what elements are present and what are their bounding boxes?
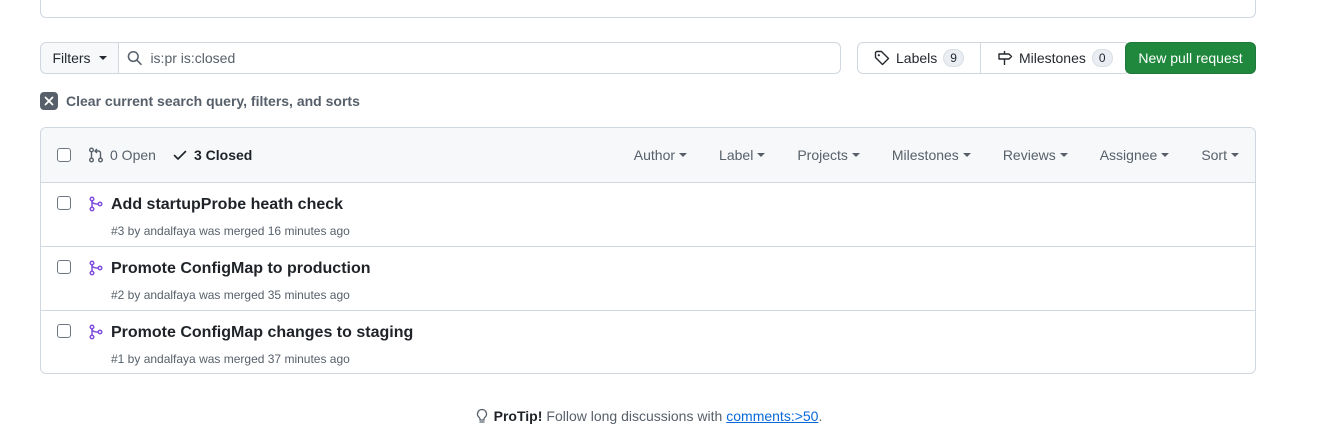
- tag-icon: [874, 50, 890, 66]
- caret-down-icon: [757, 153, 766, 157]
- list-item: Add startupProbe heath check #3 by andal…: [41, 183, 1255, 247]
- merged-icon: [89, 196, 103, 212]
- milestones-button[interactable]: Milestones 0: [979, 43, 1129, 73]
- pull-request-title[interactable]: Add startupProbe heath check: [111, 196, 343, 214]
- protip-end: .: [818, 408, 823, 424]
- pull-request-list: 0 Open 3 Closed Author Label Projects Mi…: [40, 127, 1256, 374]
- closed-count-label: 3 Closed: [194, 147, 253, 163]
- search-field[interactable]: [119, 43, 840, 73]
- closed-filter-link[interactable]: 3 Closed: [172, 147, 252, 163]
- caret-down-icon: [851, 153, 860, 157]
- assignee-dropdown[interactable]: Assignee: [1100, 147, 1170, 163]
- pull-request-title[interactable]: Promote ConfigMap changes to staging: [111, 324, 413, 342]
- list-header: 0 Open 3 Closed Author Label Projects Mi…: [41, 128, 1255, 183]
- labels-button[interactable]: Labels 9: [858, 43, 980, 73]
- labels-count: 9: [943, 49, 964, 67]
- merged-icon: [89, 324, 103, 340]
- select-all-checkbox[interactable]: [57, 148, 71, 162]
- close-icon: [40, 92, 58, 110]
- milestones-label: Milestones: [891, 147, 959, 163]
- labels-label: Labels: [896, 50, 938, 66]
- protip-text: Follow long discussions with: [546, 408, 723, 424]
- filters-label: Filters: [52, 50, 91, 66]
- projects-label: Projects: [797, 147, 848, 163]
- milestones-count: 0: [1091, 49, 1113, 67]
- previous-section-box: [40, 0, 1256, 18]
- protip: ProTip! Follow long discussions with com…: [0, 408, 1296, 424]
- reviews-dropdown[interactable]: Reviews: [1003, 147, 1068, 163]
- milestone-icon: [998, 51, 1013, 65]
- check-icon: [173, 150, 187, 160]
- new-pull-request-button[interactable]: New pull request: [1125, 42, 1256, 74]
- open-filter-link[interactable]: 0 Open: [88, 147, 156, 163]
- sort-filters: Author Label Projects Milestones Reviews…: [634, 147, 1239, 163]
- author-dropdown[interactable]: Author: [633, 147, 688, 163]
- milestones-dropdown[interactable]: Milestones: [892, 147, 971, 163]
- label-dropdown[interactable]: Label: [719, 147, 766, 163]
- open-count-label: 0 Open: [110, 147, 156, 163]
- filters-dropdown-button[interactable]: Filters: [41, 43, 119, 73]
- milestones-label: Milestones: [1018, 50, 1086, 66]
- list-item: Promote ConfigMap to production #2 by an…: [41, 247, 1255, 311]
- pull-request-title[interactable]: Promote ConfigMap to production: [111, 260, 371, 278]
- protip-label: ProTip!: [493, 408, 543, 424]
- caret-down-icon: [98, 56, 107, 60]
- caret-down-icon: [962, 153, 971, 157]
- protip-link[interactable]: comments:>50: [726, 408, 818, 424]
- sort-label: Sort: [1201, 147, 1227, 163]
- clear-filters-link[interactable]: Clear current search query, filters, and…: [40, 92, 360, 110]
- label-label: Label: [719, 147, 754, 163]
- filter-bar: Filters: [40, 42, 841, 74]
- author-label: Author: [633, 147, 676, 163]
- row-checkbox[interactable]: [57, 260, 71, 274]
- sort-dropdown[interactable]: Sort: [1201, 147, 1239, 163]
- row-checkbox[interactable]: [57, 196, 71, 210]
- caret-down-icon: [1231, 153, 1239, 157]
- row-checkbox[interactable]: [57, 324, 71, 338]
- caret-down-icon: [679, 153, 688, 157]
- reviews-label: Reviews: [1002, 147, 1056, 163]
- search-icon: [127, 50, 142, 66]
- pull-request-meta: #2 by andalfaya was merged 35 minutes ag…: [111, 288, 350, 302]
- projects-dropdown[interactable]: Projects: [797, 147, 860, 163]
- merged-icon: [89, 260, 103, 276]
- lightbulb-icon: [476, 408, 487, 423]
- assignee-label: Assignee: [1099, 147, 1158, 163]
- clear-filters-label: Clear current search query, filters, and…: [66, 93, 360, 109]
- caret-down-icon: [1161, 153, 1170, 157]
- labels-milestones-group: Labels 9 Milestones 0: [857, 42, 1130, 74]
- pull-request-meta: #1 by andalfaya was merged 37 minutes ag…: [111, 352, 350, 366]
- list-item: Promote ConfigMap changes to staging #1 …: [41, 311, 1255, 373]
- pull-request-icon: [89, 147, 103, 163]
- pull-request-meta: #3 by andalfaya was merged 16 minutes ag…: [111, 224, 350, 238]
- search-input[interactable]: [150, 50, 840, 66]
- caret-down-icon: [1059, 153, 1068, 157]
